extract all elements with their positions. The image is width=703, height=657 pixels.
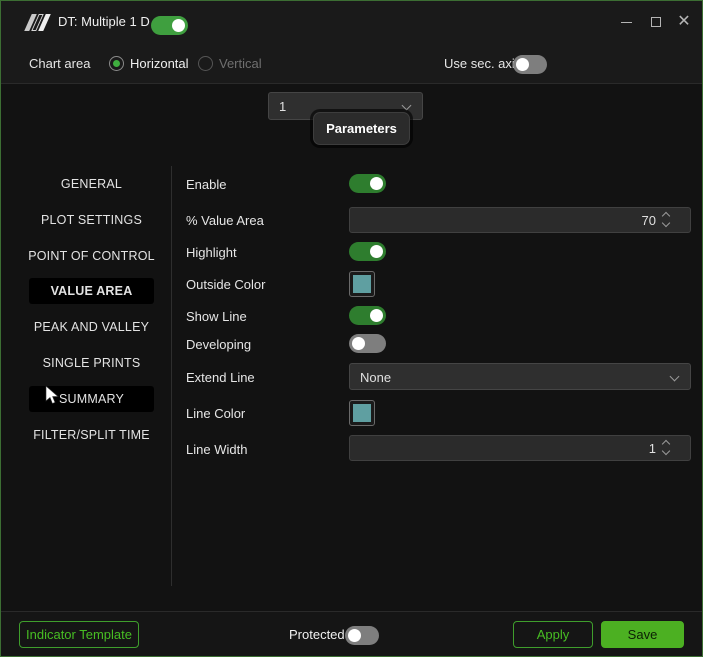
app-logo-icon: [26, 14, 52, 31]
spinner-down-icon: [662, 447, 670, 455]
line-width-input[interactable]: [349, 435, 691, 461]
protected-toggle[interactable]: [345, 626, 379, 645]
enable-toggle[interactable]: [349, 174, 386, 193]
outside-color-fill: [353, 275, 371, 293]
sidebar-item-point-of-control[interactable]: POINT OF CONTROL: [29, 243, 154, 269]
footer-bar: Indicator Template Protected Apply Save: [1, 611, 702, 657]
line-color-fill: [353, 404, 371, 422]
chevron-down-icon: [402, 101, 412, 111]
indicator-template-button[interactable]: Indicator Template: [19, 621, 139, 648]
developing-toggle[interactable]: [349, 334, 386, 353]
close-icon: ✕: [677, 14, 690, 30]
sidebar-item-plot-settings[interactable]: PLOT SETTINGS: [29, 207, 154, 233]
line-color-label: Line Color: [186, 406, 245, 421]
orientation-vertical-label[interactable]: Vertical: [219, 43, 262, 84]
protected-label: Protected: [289, 612, 345, 657]
extend-line-label: Extend Line: [186, 370, 255, 385]
value-area-spinner[interactable]: [657, 207, 677, 233]
apply-button[interactable]: Apply: [513, 621, 593, 648]
sec-axis-label: Use sec. axis: [444, 43, 521, 84]
window-title: DT: Multiple 1 D: [58, 1, 150, 43]
indicator-settings-window: DT: Multiple 1 D ✕ Chart area Horizontal…: [0, 0, 703, 657]
value-area-label: % Value Area: [186, 213, 264, 228]
enable-label: Enable: [186, 177, 226, 192]
value-area-input[interactable]: [349, 207, 691, 233]
chevron-down-icon: [670, 372, 680, 382]
orientation-horizontal-label[interactable]: Horizontal: [130, 43, 189, 84]
highlight-toggle[interactable]: [349, 242, 386, 261]
maximize-icon: [651, 17, 661, 27]
extend-line-select[interactable]: None: [349, 363, 691, 390]
orientation-vertical-radio[interactable]: [198, 56, 213, 71]
sidebar-item-summary[interactable]: SUMMARY: [29, 386, 154, 412]
title-bar: DT: Multiple 1 D ✕: [1, 1, 702, 43]
close-button[interactable]: ✕: [669, 1, 699, 43]
outside-color-swatch[interactable]: [349, 271, 375, 297]
tab-parameters[interactable]: Parameters: [313, 112, 410, 145]
save-button[interactable]: Save: [601, 621, 684, 648]
maximize-button[interactable]: [641, 1, 671, 43]
line-width-label: Line Width: [186, 442, 247, 457]
orientation-horizontal-radio[interactable]: [109, 56, 124, 71]
highlight-label: Highlight: [186, 245, 237, 260]
sidebar-divider: [171, 166, 172, 586]
line-color-swatch[interactable]: [349, 400, 375, 426]
minimize-icon: [621, 22, 632, 23]
developing-label: Developing: [186, 337, 251, 352]
indicator-enabled-toggle[interactable]: [151, 16, 188, 35]
outside-color-label: Outside Color: [186, 277, 265, 292]
chart-area-row: Chart area Horizontal Vertical 1 Use sec…: [1, 43, 702, 84]
show-line-label: Show Line: [186, 309, 247, 324]
spinner-down-icon: [662, 219, 670, 227]
sidebar-item-filter-split-time[interactable]: FILTER/SPLIT TIME: [29, 422, 154, 448]
sec-axis-toggle[interactable]: [513, 55, 547, 74]
chart-area-label: Chart area: [29, 43, 90, 84]
minimize-button[interactable]: [611, 1, 641, 43]
sidebar-item-value-area[interactable]: VALUE AREA: [29, 278, 154, 304]
line-width-spinner[interactable]: [657, 435, 677, 461]
sidebar-item-single-prints[interactable]: SINGLE PRINTS: [29, 350, 154, 376]
sidebar-item-general[interactable]: GENERAL: [29, 171, 154, 197]
sidebar-item-peak-and-valley[interactable]: PEAK AND VALLEY: [29, 314, 154, 340]
extend-line-value: None: [360, 364, 391, 391]
chart-area-select-value: 1: [279, 93, 286, 121]
show-line-toggle[interactable]: [349, 306, 386, 325]
